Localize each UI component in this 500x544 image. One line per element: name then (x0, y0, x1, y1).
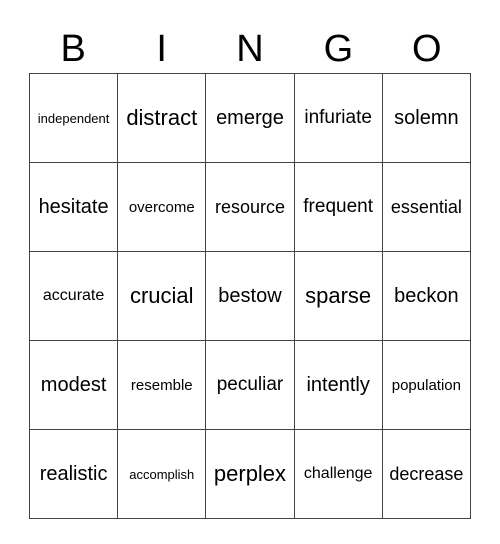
header-letter-g: G (323, 28, 354, 70)
bingo-cell[interactable]: beckon (381, 251, 472, 341)
bingo-cell[interactable]: sparse (293, 251, 383, 341)
bingo-cell[interactable]: perplex (205, 429, 295, 519)
grid-row: realistic accomplish perplex challenge d… (28, 429, 472, 519)
bingo-cell[interactable]: accurate (28, 251, 119, 341)
bingo-cell[interactable]: frequent (293, 162, 383, 252)
bingo-cell[interactable]: resource (205, 162, 295, 252)
header-letter-i: I (156, 28, 167, 70)
bingo-cell[interactable]: overcome (117, 162, 207, 252)
bingo-cell[interactable]: accomplish (117, 429, 207, 519)
bingo-cell[interactable]: distract (117, 73, 207, 163)
bingo-cell[interactable]: decrease (381, 429, 472, 519)
bingo-cell[interactable]: independent (28, 73, 119, 163)
grid-row: modest resemble peculiar intently popula… (28, 340, 472, 430)
bingo-cell[interactable]: resemble (117, 340, 207, 430)
bingo-header: B I N G O (29, 26, 471, 72)
bingo-cell[interactable]: intently (293, 340, 383, 430)
header-letter-b: B (60, 28, 86, 70)
bingo-cell[interactable]: population (381, 340, 472, 430)
bingo-cell[interactable]: challenge (293, 429, 383, 519)
bingo-cell[interactable]: essential (381, 162, 472, 252)
bingo-cell[interactable]: solemn (381, 73, 472, 163)
grid-row: independent distract emerge infuriate so… (28, 73, 472, 163)
header-letter-n: N (236, 28, 264, 70)
bingo-cell[interactable]: peculiar (205, 340, 295, 430)
grid-row: hesitate overcome resource frequent esse… (28, 162, 472, 252)
grid-row: accurate crucial bestow sparse beckon (28, 251, 472, 341)
bingo-cell[interactable]: crucial (117, 251, 207, 341)
bingo-cell[interactable]: realistic (28, 429, 119, 519)
bingo-grid: independent distract emerge infuriate so… (28, 73, 472, 519)
bingo-cell[interactable]: infuriate (293, 73, 383, 163)
header-letter-o: O (412, 28, 442, 70)
bingo-cell[interactable]: bestow (205, 251, 295, 341)
bingo-cell[interactable]: emerge (205, 73, 295, 163)
bingo-cell[interactable]: hesitate (28, 162, 119, 252)
bingo-cell[interactable]: modest (28, 340, 119, 430)
